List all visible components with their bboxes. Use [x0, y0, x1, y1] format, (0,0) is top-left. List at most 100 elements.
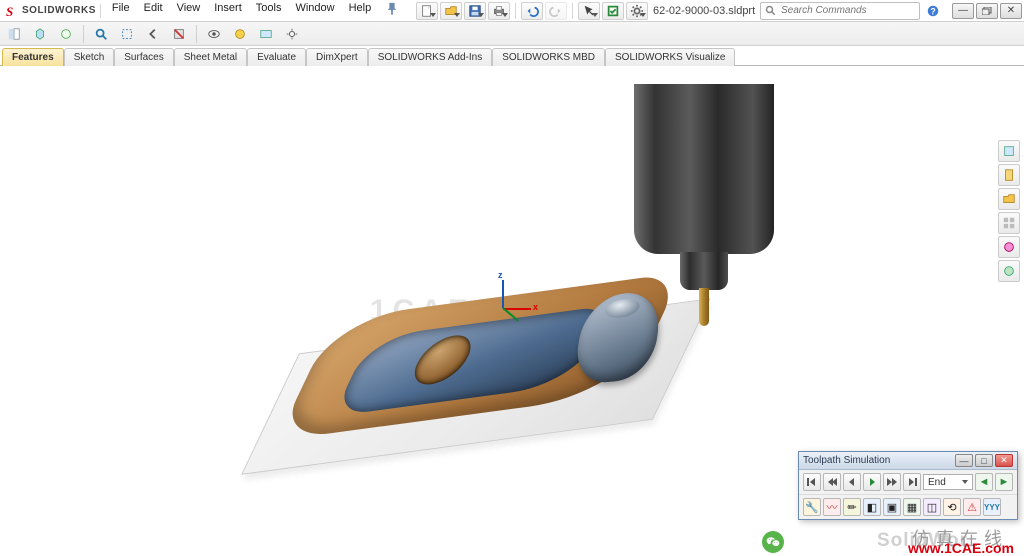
sim-tool-button[interactable]: ✏	[843, 498, 861, 516]
sim-play-button[interactable]	[863, 473, 881, 491]
sim-maximize-button[interactable]: □	[975, 454, 993, 467]
task-pane-tabs	[998, 140, 1020, 282]
taskpane-appearances-button[interactable]	[998, 236, 1020, 258]
axis-z	[502, 280, 504, 308]
toolpath-simulation-window[interactable]: Toolpath Simulation — □ ✕ End ◄ ► 🔧 〰 ✏ …	[798, 451, 1018, 520]
apply-scene-button[interactable]	[254, 24, 278, 44]
search-icon	[765, 4, 777, 18]
toolpath-simulation-titlebar[interactable]: Toolpath Simulation — □ ✕	[799, 452, 1017, 470]
select-button[interactable]	[578, 2, 600, 20]
zoom-fit-button[interactable]	[89, 24, 113, 44]
axis-z-label: z	[498, 270, 503, 280]
feature-manager-button[interactable]	[2, 24, 26, 44]
sim-section-button[interactable]: ◫	[923, 498, 941, 516]
zoom-area-button[interactable]	[115, 24, 139, 44]
tab-dimxpert[interactable]: DimXpert	[306, 48, 368, 66]
sim-speed-down-button[interactable]: ◄	[975, 473, 993, 491]
sim-play-back-button[interactable]	[843, 473, 861, 491]
tab-sketch[interactable]: Sketch	[64, 48, 115, 66]
title-bar: S SOLIDWORKS File Edit View Insert Tools…	[0, 0, 1024, 22]
sim-step-back-button[interactable]	[823, 473, 841, 491]
close-button[interactable]: ✕	[1000, 3, 1022, 19]
hide-show-button[interactable]	[202, 24, 226, 44]
new-document-button[interactable]	[416, 2, 438, 20]
restore-button[interactable]	[976, 3, 998, 19]
sim-mode-combo[interactable]: End	[923, 474, 973, 490]
graphics-area[interactable]: 1CAE.COM z x Toolpath Simulation — □	[0, 66, 1024, 556]
dropdown-arrow-icon	[430, 13, 436, 17]
sim-stock-view-button[interactable]: ◧	[863, 498, 881, 516]
taskpane-view-palette-button[interactable]	[998, 212, 1020, 234]
menu-window[interactable]: Window	[288, 0, 341, 21]
tab-solidworks-addins[interactable]: SOLIDWORKS Add-Ins	[368, 48, 492, 66]
taskpane-file-explorer-button[interactable]	[998, 188, 1020, 210]
dropdown-arrow-icon	[502, 13, 508, 17]
open-button[interactable]	[440, 2, 462, 20]
sim-display-row: 🔧 〰 ✏ ◧ ▣ ▦ ◫ ⟲ ⚠ YYY	[799, 495, 1017, 519]
redo-button[interactable]	[545, 2, 567, 20]
menu-insert[interactable]: Insert	[207, 0, 249, 21]
section-view-button[interactable]	[167, 24, 191, 44]
dropdown-arrow-icon	[478, 13, 484, 17]
undo-button[interactable]	[521, 2, 543, 20]
previous-view-button[interactable]	[141, 24, 165, 44]
toolbar-separator	[572, 3, 573, 19]
tab-evaluate[interactable]: Evaluate	[247, 48, 306, 66]
svg-text:?: ?	[930, 6, 935, 16]
dropdown-arrow-icon	[640, 13, 646, 17]
sim-go-end-button[interactable]	[903, 473, 921, 491]
menu-edit[interactable]: Edit	[137, 0, 170, 21]
sim-fixture-view-button[interactable]: ▦	[903, 498, 921, 516]
cnc-spindle	[634, 84, 774, 304]
spindle-neck	[680, 252, 728, 290]
help-button[interactable]: ?	[924, 2, 942, 20]
toolbar-separator	[515, 3, 516, 19]
menu-file[interactable]: File	[105, 0, 137, 21]
quick-access-toolbar	[416, 2, 648, 20]
sim-compare-button[interactable]: ⟲	[943, 498, 961, 516]
search-input[interactable]	[781, 5, 915, 16]
tab-solidworks-mbd[interactable]: SOLIDWORKS MBD	[492, 48, 605, 66]
sim-step-forward-button[interactable]	[883, 473, 901, 491]
options-button[interactable]	[626, 2, 648, 20]
rebuild-button[interactable]	[602, 2, 624, 20]
view-settings-button[interactable]	[280, 24, 304, 44]
sim-collision-button[interactable]: ⚠	[963, 498, 981, 516]
axis-x-label: x	[533, 302, 538, 312]
dropdown-arrow-icon	[454, 13, 460, 17]
edit-appearance-button[interactable]	[228, 24, 252, 44]
app-logo-text: SOLIDWORKS	[22, 5, 96, 16]
search-commands[interactable]	[760, 2, 920, 20]
tab-features[interactable]: Features	[2, 48, 64, 66]
print-button[interactable]	[488, 2, 510, 20]
save-button[interactable]	[464, 2, 486, 20]
menu-help[interactable]: Help	[342, 0, 379, 21]
menu-view[interactable]: View	[170, 0, 208, 21]
tab-solidworks-visualize[interactable]: SOLIDWORKS Visualize	[605, 48, 735, 66]
taskpane-design-library-button[interactable]	[998, 164, 1020, 186]
view-orientation-button[interactable]	[28, 24, 52, 44]
tab-surfaces[interactable]: Surfaces	[114, 48, 173, 66]
sim-close-button[interactable]: ✕	[995, 454, 1013, 467]
sim-target-view-button[interactable]: ▣	[883, 498, 901, 516]
sim-toolholder-button[interactable]: 🔧	[803, 498, 821, 516]
taskpane-custom-button[interactable]	[998, 260, 1020, 282]
spindle-body	[634, 84, 774, 254]
sim-playback-row: End ◄ ►	[799, 470, 1017, 495]
tab-sheet-metal[interactable]: Sheet Metal	[174, 48, 247, 66]
toolbar-separator	[83, 25, 84, 43]
sim-go-start-button[interactable]	[803, 473, 821, 491]
ribbon-tabs: Features Sketch Surfaces Sheet Metal Eva…	[0, 46, 1024, 66]
minimize-button[interactable]: —	[952, 3, 974, 19]
sim-options-button[interactable]: YYY	[983, 498, 1001, 516]
taskpane-resources-button[interactable]	[998, 140, 1020, 162]
menu-pin-icon[interactable]	[378, 0, 406, 21]
display-style-button[interactable]	[54, 24, 78, 44]
sim-speed-up-button[interactable]: ►	[995, 473, 1013, 491]
sim-toolpath-button[interactable]: 〰	[823, 498, 841, 516]
toolpath-simulation-title: Toolpath Simulation	[803, 455, 890, 466]
sim-minimize-button[interactable]: —	[955, 454, 973, 467]
secondary-toolbar	[0, 22, 1024, 46]
window-controls: — ✕	[952, 3, 1022, 19]
menu-tools[interactable]: Tools	[249, 0, 289, 21]
